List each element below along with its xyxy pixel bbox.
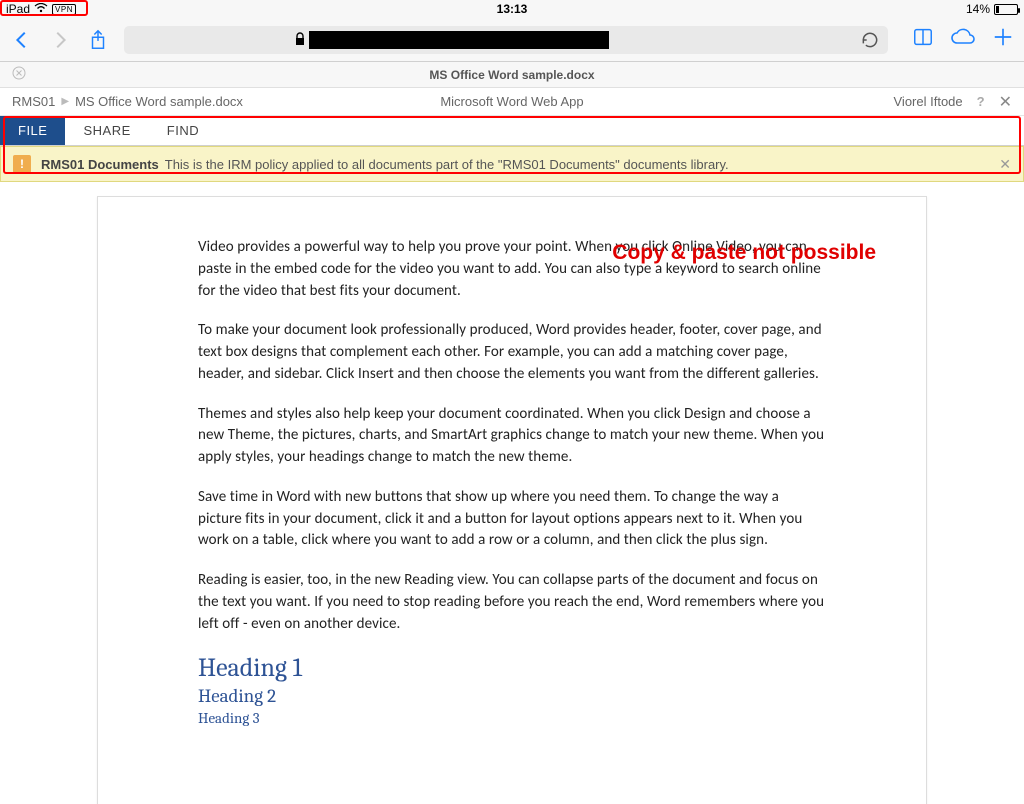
- breadcrumb-row: RMS01 ▶ MS Office Word sample.docx Micro…: [0, 88, 1024, 116]
- icloud-tabs-button[interactable]: [950, 27, 976, 52]
- address-bar[interactable]: [124, 26, 888, 54]
- heading-2: Heading 2: [198, 685, 826, 707]
- breadcrumb-root[interactable]: RMS01: [12, 94, 55, 109]
- safari-toolbar: [0, 18, 1024, 62]
- document-viewport[interactable]: Copy & paste not possible Video provides…: [0, 182, 1024, 804]
- warning-icon: !: [13, 155, 31, 173]
- vpn-badge: VPN: [52, 4, 76, 15]
- close-tab-icon[interactable]: [12, 66, 26, 83]
- lock-icon: [294, 32, 306, 51]
- battery-percent: 14%: [966, 2, 990, 16]
- bookmarks-button[interactable]: [912, 26, 934, 53]
- device-label: iPad: [6, 2, 30, 16]
- document-page: Copy & paste not possible Video provides…: [97, 196, 927, 804]
- ribbon-tab-find[interactable]: FIND: [149, 116, 217, 145]
- ribbon: FILE SHARE FIND: [0, 116, 1024, 146]
- chevron-right-icon: ▶: [55, 96, 75, 107]
- close-button[interactable]: ✕: [999, 92, 1012, 112]
- irm-banner: ! RMS01 Documents This is the IRM policy…: [0, 146, 1024, 182]
- back-button[interactable]: [10, 28, 34, 52]
- tab-title: MS Office Word sample.docx: [429, 68, 594, 82]
- heading-1: Heading 1: [198, 653, 826, 683]
- battery-icon: [994, 4, 1018, 15]
- help-button[interactable]: ?: [977, 94, 985, 109]
- annotation-overlay: Copy & paste not possible: [612, 241, 876, 265]
- tab-bar: MS Office Word sample.docx: [0, 62, 1024, 88]
- breadcrumb-file[interactable]: MS Office Word sample.docx: [75, 94, 243, 109]
- ribbon-banner-group: FILE SHARE FIND ! RMS01 Documents This i…: [0, 116, 1024, 182]
- redacted-url: [309, 31, 609, 49]
- paragraph: Themes and styles also help keep your do…: [198, 404, 826, 469]
- paragraph: Reading is easier, too, in the new Readi…: [198, 570, 826, 635]
- new-tab-button[interactable]: [992, 26, 1014, 53]
- heading-3: Heading 3: [198, 709, 826, 727]
- ribbon-tab-share[interactable]: SHARE: [65, 116, 148, 145]
- ribbon-tab-file[interactable]: FILE: [0, 116, 65, 145]
- clock: 13:13: [497, 2, 528, 16]
- paragraph: To make your document look professionall…: [198, 320, 826, 385]
- app-name: Microsoft Word Web App: [440, 94, 583, 109]
- share-button[interactable]: [86, 28, 110, 52]
- wifi-icon: [34, 2, 48, 16]
- banner-close-button[interactable]: ✕: [999, 156, 1011, 173]
- banner-title: RMS01 Documents: [41, 157, 159, 172]
- user-name: Viorel Iftode: [894, 94, 963, 109]
- reload-button[interactable]: [860, 30, 880, 55]
- paragraph: Save time in Word with new buttons that …: [198, 487, 826, 552]
- ios-status-bar: iPad VPN 13:13 14%: [0, 0, 1024, 18]
- banner-message: This is the IRM policy applied to all do…: [165, 157, 729, 172]
- forward-button[interactable]: [48, 28, 72, 52]
